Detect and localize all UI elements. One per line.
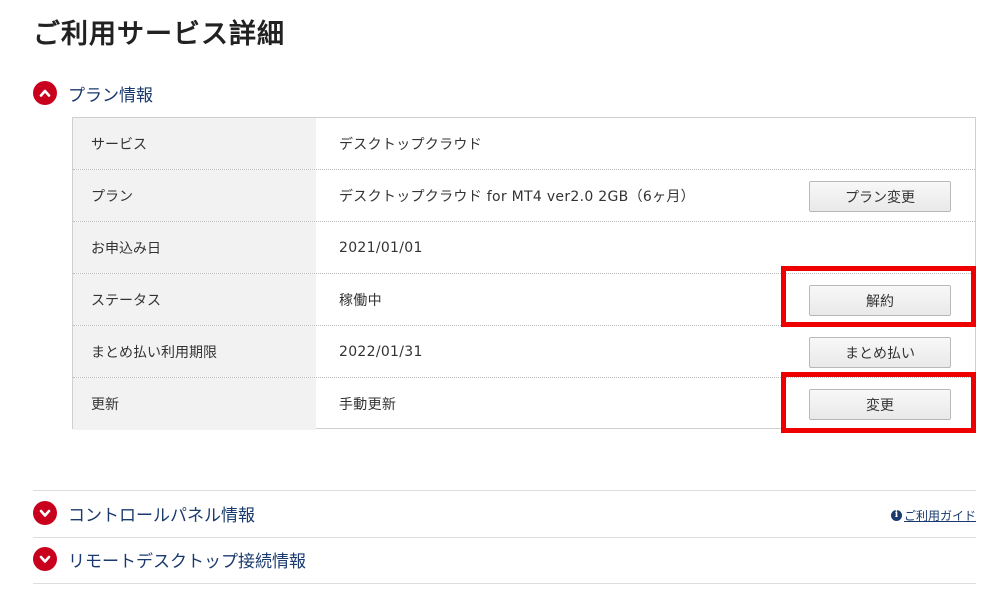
table-row-bulk-payment-expiry: まとめ払い利用期限 2022/01/31 まとめ払い: [73, 326, 975, 378]
row-label: 更新: [73, 378, 316, 430]
row-value: 2021/01/01: [339, 239, 423, 256]
change-renewal-button[interactable]: 変更: [809, 389, 951, 420]
table-row-status: ステータス 稼働中 解約: [73, 274, 975, 326]
table-row-service: サービス デスクトップクラウド: [73, 118, 975, 170]
page-title: ご利用サービス詳細: [33, 19, 285, 50]
table-row-renewal: 更新 手動更新 変更: [73, 378, 975, 430]
user-guide-link[interactable]: i ご利用ガイド: [890, 507, 976, 524]
section-header-control-panel[interactable]: コントロールパネル情報: [33, 500, 255, 526]
chevron-down-icon: [33, 547, 57, 571]
bulk-payment-button[interactable]: まとめ払い: [809, 337, 951, 368]
row-label: サービス: [73, 118, 316, 169]
section-header-remote-desktop[interactable]: リモートデスクトップ接続情報: [33, 546, 306, 572]
row-value: 手動更新: [339, 397, 397, 413]
row-label: プラン: [73, 170, 316, 221]
plan-info-table: サービス デスクトップクラウド プラン デスクトップクラウド for MT4 v…: [72, 117, 976, 430]
row-label: お申込み日: [73, 222, 316, 273]
table-row-application-date: お申込み日 2021/01/01: [73, 222, 975, 274]
chevron-down-icon: [33, 501, 57, 525]
table-row-plan: プラン デスクトップクラウド for MT4 ver2.0 2GB（6ヶ月） プ…: [73, 170, 975, 222]
section-header-plan[interactable]: プラン情報: [33, 80, 153, 106]
chevron-up-icon: [33, 81, 57, 105]
row-label: まとめ払い利用期限: [73, 326, 316, 377]
change-plan-button[interactable]: プラン変更: [809, 181, 951, 212]
service-detail-page: ご利用サービス詳細 プラン情報 サービス デスクトップクラウド プラン デスクト…: [0, 0, 1000, 603]
section-label-control-panel: コントロールパネル情報: [68, 505, 255, 526]
row-label: ステータス: [73, 274, 316, 325]
section-label-plan: プラン情報: [68, 85, 153, 106]
cancel-contract-button[interactable]: 解約: [809, 285, 951, 316]
row-value: 2022/01/31: [339, 343, 423, 360]
row-value: デスクトップクラウド for MT4 ver2.0 2GB（6ヶ月）: [339, 188, 695, 205]
row-value: デスクトップクラウド: [339, 136, 482, 153]
info-icon: i: [890, 510, 902, 521]
divider: [33, 537, 976, 538]
divider: [33, 490, 976, 491]
row-value: 稼働中: [339, 292, 382, 309]
user-guide-label: ご利用ガイド: [903, 509, 976, 523]
divider: [33, 583, 976, 584]
section-label-remote-desktop: リモートデスクトップ接続情報: [68, 551, 306, 572]
